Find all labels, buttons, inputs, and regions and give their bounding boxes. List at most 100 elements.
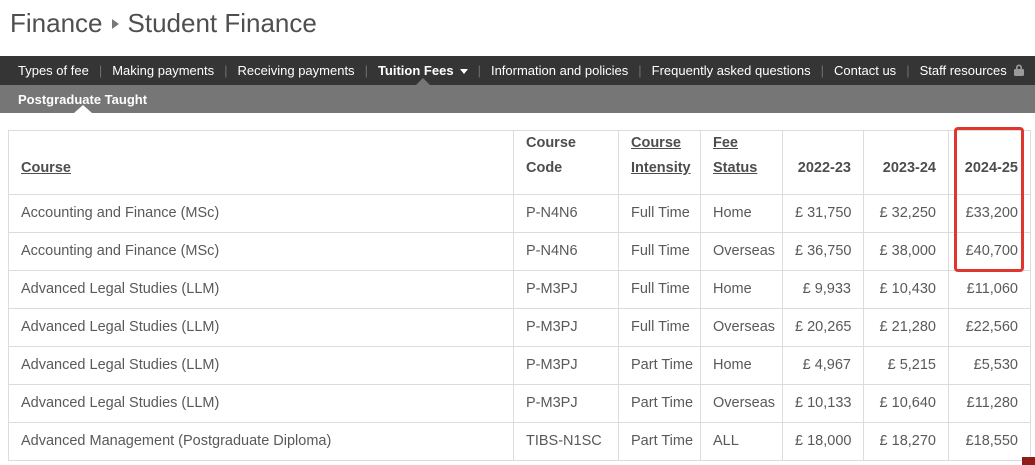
column-header-2024-25: 2024-25 <box>965 160 1018 176</box>
table-cell: £40,700 <box>949 232 1031 270</box>
column-header-cell: 2022-23 <box>783 131 864 195</box>
page-title: Finance Student Finance <box>10 6 317 40</box>
table-cell: £ 10,430 <box>864 270 949 308</box>
nav-item-label: Tuition Fees <box>378 63 454 78</box>
column-header-cell: Course Intensity <box>619 131 701 195</box>
table-cell: Overseas <box>701 308 783 346</box>
table-row: Accounting and Finance (MSc)P-N4N6Full T… <box>9 194 1031 232</box>
nav-item-label: Contact us <box>834 63 896 78</box>
table-cell: Advanced Legal Studies (LLM) <box>9 308 514 346</box>
table-cell: P-M3PJ <box>514 270 619 308</box>
breadcrumb-section: Finance <box>10 6 103 40</box>
table-cell: P-M3PJ <box>514 346 619 384</box>
table-cell: P-N4N6 <box>514 232 619 270</box>
nav-item-receiving-payments[interactable]: Receiving payments <box>229 56 364 85</box>
table-cell: Overseas <box>701 384 783 422</box>
table-cell: £11,060 <box>949 270 1031 308</box>
table-cell: Advanced Management (Postgraduate Diplom… <box>9 422 514 460</box>
table-cell: £18,550 <box>949 422 1031 460</box>
table-row: Accounting and Finance (MSc)P-N4N6Full T… <box>9 232 1031 270</box>
table-cell: Home <box>701 346 783 384</box>
table-cell: £22,560 <box>949 308 1031 346</box>
table-cell: Accounting and Finance (MSc) <box>9 232 514 270</box>
nav-item-label: Types of fee <box>18 63 89 78</box>
table-cell: TIBS-N1SC <box>514 422 619 460</box>
table-cell: Advanced Legal Studies (LLM) <box>9 346 514 384</box>
table-cell: £ 18,270 <box>864 422 949 460</box>
fees-table-wrap: Course Course Code Course Intensity Fee Sta… <box>8 130 1031 461</box>
table-cell: £ 31,750 <box>783 194 864 232</box>
table-cell: £ 10,640 <box>864 384 949 422</box>
table-cell: £5,530 <box>949 346 1031 384</box>
nav-item-label: Frequently asked questions <box>652 63 811 78</box>
table-cell: Full Time <box>619 308 701 346</box>
table-row: Advanced Legal Studies (LLM)P-M3PJPart T… <box>9 384 1031 422</box>
secondary-nav: Postgraduate Taught <box>0 85 1035 113</box>
table-cell: £ 18,000 <box>783 422 864 460</box>
column-header-2022-23: 2022-23 <box>798 160 851 176</box>
table-cell: Home <box>701 194 783 232</box>
table-cell: £ 20,265 <box>783 308 864 346</box>
table-cell: Full Time <box>619 232 701 270</box>
nav-item-contact-us[interactable]: Contact us <box>825 56 905 85</box>
column-header-cell: Course <box>9 131 514 195</box>
table-row: Advanced Legal Studies (LLM)P-M3PJFull T… <box>9 308 1031 346</box>
nav-item-tuition-fees[interactable]: Tuition Fees <box>369 56 477 85</box>
table-cell: P-M3PJ <box>514 384 619 422</box>
table-cell: £ 36,750 <box>783 232 864 270</box>
page: Finance Student Finance Types of fee | M… <box>0 0 1035 465</box>
table-cell: Part Time <box>619 346 701 384</box>
nav-item-staff-resources[interactable]: Staff resources <box>911 56 1034 85</box>
table-cell: Home <box>701 270 783 308</box>
table-cell: Advanced Legal Studies (LLM) <box>9 384 514 422</box>
highlight-box-fragment <box>1022 457 1035 465</box>
nav-item-frequently-asked-questions[interactable]: Frequently asked questions <box>643 56 820 85</box>
column-header-cell: Fee Status <box>701 131 783 195</box>
table-cell: Overseas <box>701 232 783 270</box>
table-row: Advanced Legal Studies (LLM)P-M3PJFull T… <box>9 270 1031 308</box>
column-header-cell: 2024-25 <box>949 131 1031 195</box>
breadcrumb-current: Student Finance <box>128 6 317 40</box>
table-cell: £ 5,215 <box>864 346 949 384</box>
table-cell: £33,200 <box>949 194 1031 232</box>
table-cell: P-M3PJ <box>514 308 619 346</box>
nav-item-information-and-policies[interactable]: Information and policies <box>482 56 637 85</box>
dropdown-caret-icon <box>460 69 468 74</box>
active-nav-notch <box>416 78 430 85</box>
nav-item-label: Staff resources <box>920 63 1007 78</box>
table-cell: £ 10,133 <box>783 384 864 422</box>
column-header-course-intensity[interactable]: Course Intensity <box>631 135 691 176</box>
table-cell: ALL <box>701 422 783 460</box>
nav-item-types-of-fee[interactable]: Types of fee <box>9 56 98 85</box>
nav-item-label: Receiving payments <box>238 63 355 78</box>
table-cell: £ 21,280 <box>864 308 949 346</box>
column-header-cell: Course Code <box>514 131 619 195</box>
column-header-fee-status[interactable]: Fee Status <box>713 135 757 176</box>
column-header-cell: 2023-24 <box>864 131 949 195</box>
table-cell: Accounting and Finance (MSc) <box>9 194 514 232</box>
lock-icon <box>1013 64 1025 77</box>
table-cell: P-N4N6 <box>514 194 619 232</box>
table-cell: Full Time <box>619 194 701 232</box>
table-row: Advanced Legal Studies (LLM)P-M3PJPart T… <box>9 346 1031 384</box>
table-header-row: Course Course Code Course Intensity Fee Sta… <box>9 131 1031 195</box>
breadcrumb-arrow-icon <box>112 19 119 29</box>
column-header-course[interactable]: Course <box>21 160 71 176</box>
table-cell: £ 4,967 <box>783 346 864 384</box>
nav-item-label: Information and policies <box>491 63 628 78</box>
table-cell: £11,280 <box>949 384 1031 422</box>
primary-nav: Types of fee | Making payments | Receivi… <box>0 56 1035 85</box>
table-row: Advanced Management (Postgraduate Diplom… <box>9 422 1031 460</box>
nav-item-making-payments[interactable]: Making payments <box>103 56 223 85</box>
tab-postgraduate-taught[interactable]: Postgraduate Taught <box>10 85 155 113</box>
fees-table: Course Course Code Course Intensity Fee Sta… <box>8 130 1031 461</box>
table-cell: Part Time <box>619 384 701 422</box>
table-cell: Advanced Legal Studies (LLM) <box>9 270 514 308</box>
table-cell: £ 32,250 <box>864 194 949 232</box>
table-cell: £ 9,933 <box>783 270 864 308</box>
table-cell: Part Time <box>619 422 701 460</box>
table-cell: Full Time <box>619 270 701 308</box>
table-cell: £ 38,000 <box>864 232 949 270</box>
active-tab-notch <box>74 105 92 113</box>
column-header-2023-24: 2023-24 <box>883 160 936 176</box>
